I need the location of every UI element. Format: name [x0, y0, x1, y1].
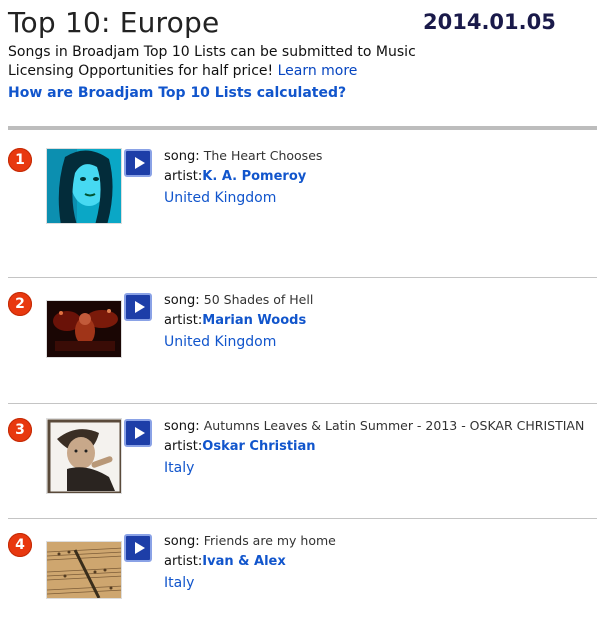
country-link[interactable]: United Kingdom — [164, 190, 594, 206]
play-button[interactable] — [124, 419, 152, 447]
song-title: The Heart Chooses — [203, 148, 323, 163]
song-title: Autumns Leaves & Latin Summer - 2013 - O… — [203, 418, 585, 433]
artist-label: artist: — [164, 169, 203, 184]
artist-thumbnail[interactable] — [46, 300, 122, 358]
rank-badge: 4 — [8, 533, 32, 557]
artist-thumbnail[interactable] — [46, 541, 122, 599]
entry-divider — [8, 518, 597, 519]
list-date: 2014.01.05 — [423, 10, 556, 34]
country-link[interactable]: Italy — [164, 460, 594, 476]
song-title: 50 Shades of Hell — [203, 292, 314, 307]
country-link[interactable]: United Kingdom — [164, 334, 594, 350]
artist-label: artist: — [164, 554, 203, 569]
artist-photo — [47, 301, 121, 357]
country-link[interactable]: Italy — [164, 575, 594, 591]
artist-thumbnail[interactable] — [46, 148, 122, 224]
play-button[interactable] — [124, 293, 152, 321]
artist-line: artist:Marian Woods — [164, 313, 594, 328]
artist-link[interactable]: Ivan & Alex — [202, 554, 285, 569]
song-label: song: — [164, 534, 200, 549]
artist-photo — [47, 542, 121, 598]
song-line: song: 50 Shades of Hell — [164, 292, 594, 308]
song-line: song: The Heart Chooses — [164, 148, 594, 164]
song-label: song: — [164, 293, 200, 308]
song-label: song: — [164, 419, 200, 434]
rank-badge: 1 — [8, 148, 32, 172]
artist-link[interactable]: Oskar Christian — [202, 439, 315, 454]
song-line: song: Autumns Leaves & Latin Summer - 20… — [164, 418, 594, 434]
song-title: Friends are my home — [203, 533, 336, 548]
entry-divider — [8, 277, 597, 278]
artist-label: artist: — [164, 439, 203, 454]
artist-thumbnail[interactable] — [46, 418, 122, 494]
page-title: Top 10: Europe — [8, 6, 220, 39]
song-label: song: — [164, 149, 200, 164]
rank-badge: 2 — [8, 292, 32, 316]
play-button[interactable] — [124, 149, 152, 177]
artist-link[interactable]: Marian Woods — [202, 313, 306, 328]
artist-line: artist:Ivan & Alex — [164, 554, 594, 569]
entry-divider — [8, 403, 597, 404]
artist-line: artist:Oskar Christian — [164, 439, 594, 454]
artist-photo — [47, 149, 121, 223]
learn-more-link[interactable]: Learn more — [278, 63, 358, 79]
artist-link[interactable]: K. A. Pomeroy — [202, 169, 306, 184]
artist-label: artist: — [164, 313, 203, 328]
page-description: Songs in Broadjam Top 10 Lists can be su… — [8, 43, 478, 81]
artist-line: artist:K. A. Pomeroy — [164, 169, 594, 184]
how-calculated-link[interactable]: How are Broadjam Top 10 Lists calculated… — [8, 85, 346, 101]
rank-badge: 3 — [8, 418, 32, 442]
song-line: song: Friends are my home — [164, 533, 594, 549]
header-divider — [8, 126, 597, 130]
artist-photo — [47, 419, 121, 493]
play-button[interactable] — [124, 534, 152, 562]
